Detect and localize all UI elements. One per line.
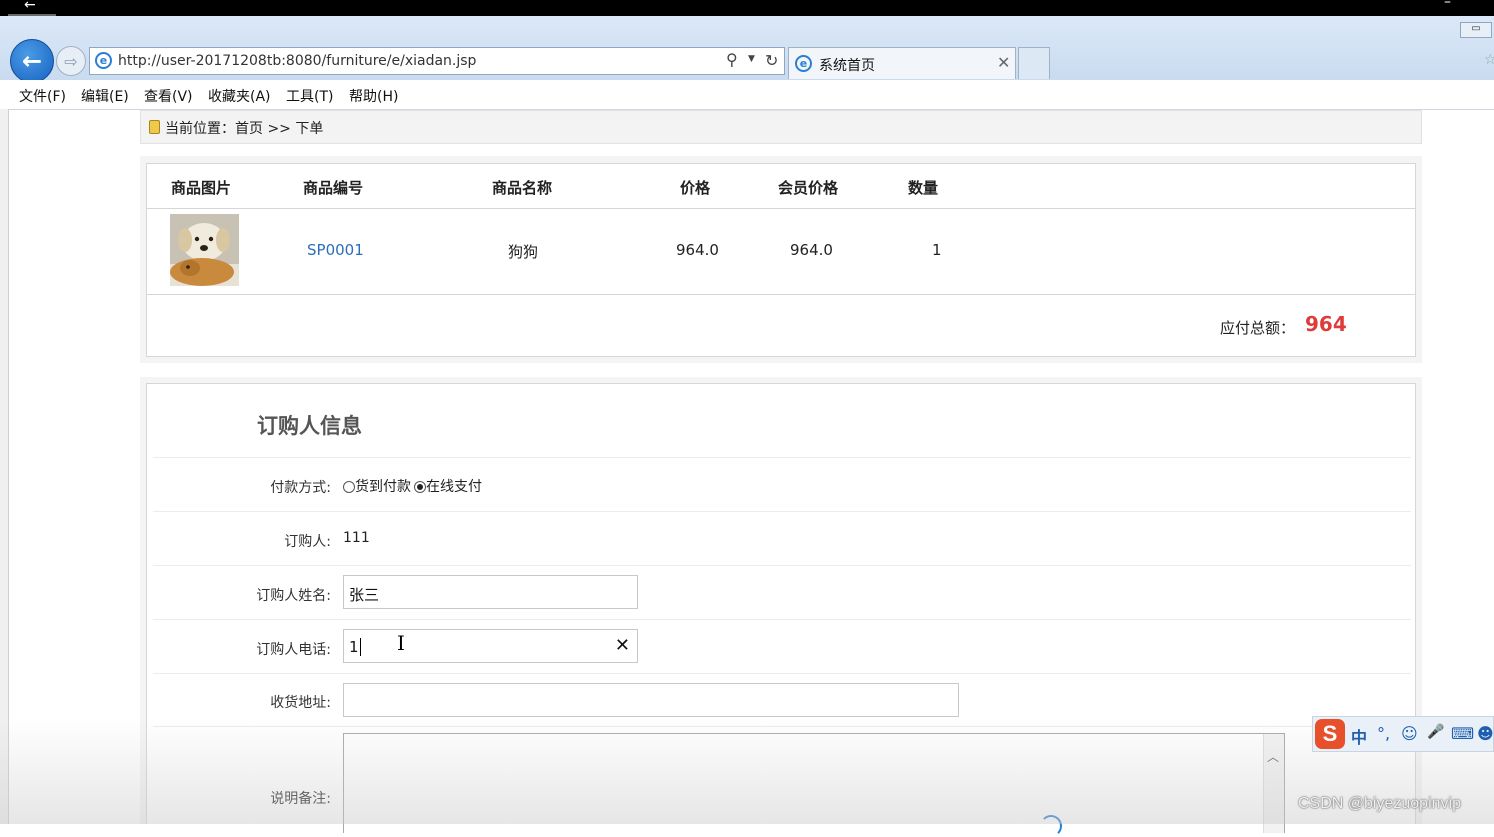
window-restore-button[interactable]: ▭: [1460, 22, 1492, 38]
header-price: 价格: [680, 179, 711, 197]
arrow-left-icon: ←: [21, 47, 43, 75]
new-tab-button[interactable]: [1018, 47, 1050, 79]
close-icon[interactable]: ✕: [997, 53, 1010, 72]
product-name: 狗狗: [508, 243, 539, 261]
total-value: 964: [1305, 312, 1347, 336]
breadcrumb: 当前位置：首页 >> 下单: [140, 110, 1422, 144]
scrollbar[interactable]: ︿: [1263, 734, 1284, 833]
product-sku-link[interactable]: SP0001: [307, 241, 364, 259]
address-url[interactable]: http://user-20171208tb:8080/furniture/e/…: [118, 53, 476, 69]
header-qty: 数量: [908, 179, 939, 197]
minimize-icon[interactable]: –: [1444, 0, 1451, 10]
buyer-label: 订购人:: [284, 534, 331, 550]
search-icon[interactable]: ⚲: [726, 50, 738, 69]
top-strip: ← –: [0, 0, 1494, 18]
header-member-price: 会员价格: [778, 179, 839, 197]
ime-keyboard-icon[interactable]: ⌨: [1451, 724, 1474, 743]
menu-bar: 文件(F) 编辑(E) 查看(V) 收藏夹(A) 工具(T) 帮助(H): [0, 80, 1494, 110]
location-icon: [149, 120, 160, 134]
radio-online[interactable]: [414, 481, 426, 493]
product-qty: 1: [932, 241, 942, 259]
remark-label: 说明备注:: [270, 791, 331, 807]
clear-icon[interactable]: ✕: [615, 635, 630, 656]
menu-view[interactable]: 查看(V): [144, 86, 193, 106]
text-cursor-icon: I: [397, 631, 405, 655]
loading-spinner-icon: [1040, 815, 1062, 837]
ime-user-icon[interactable]: ☻: [1477, 724, 1494, 743]
buyer-form: 订购人信息 付款方式: 货到付款 在线支付 订购人: 111 订购人姓名: 张三 …: [146, 383, 1416, 833]
menu-favorites[interactable]: 收藏夹(A): [208, 86, 271, 106]
radio-cod-label[interactable]: 货到付款: [355, 479, 411, 495]
tab-system-home[interactable]: e 系统首页 ✕: [788, 47, 1016, 79]
address-label: 收货地址:: [270, 695, 331, 711]
phone-label: 订购人电话:: [256, 642, 331, 658]
divider: [153, 673, 1411, 674]
refresh-icon[interactable]: ↻: [765, 51, 778, 70]
ime-chinese-mode[interactable]: 中: [1351, 724, 1367, 748]
radio-cod[interactable]: [343, 481, 355, 493]
remark-textarea[interactable]: ︿: [343, 733, 1285, 833]
forward-button[interactable]: ⇨: [56, 46, 86, 76]
ime-punctuation-icon[interactable]: °,: [1377, 724, 1390, 743]
header-name: 商品名称: [492, 179, 553, 197]
watermark: CSDN @biyezuopinvip: [1298, 795, 1461, 812]
radio-online-label[interactable]: 在线支付: [426, 479, 482, 495]
phone-input-value: 1: [349, 638, 359, 656]
menu-file[interactable]: 文件(F): [19, 86, 66, 106]
product-image[interactable]: [170, 214, 239, 286]
payment-options: 货到付款 在线支付: [343, 476, 482, 496]
total-label: 应付总额：: [1220, 319, 1296, 337]
menu-tools[interactable]: 工具(T): [286, 86, 333, 106]
divider: [153, 565, 1411, 566]
name-label: 订购人姓名:: [256, 588, 331, 604]
product-price: 964.0: [676, 241, 719, 259]
phone-input[interactable]: 1 ✕: [343, 629, 638, 663]
table-header: 商品图片 商品编号 商品名称 价格 会员价格 数量: [147, 164, 1415, 209]
tab-title: 系统首页: [819, 58, 875, 74]
menu-edit[interactable]: 编辑(E): [81, 86, 129, 106]
address-bar[interactable]: e http://user-20171208tb:8080/furniture/…: [89, 47, 785, 75]
buyer-value: 111: [343, 530, 370, 546]
ime-emoji-icon[interactable]: ☺: [1401, 724, 1418, 743]
table-row: SP0001 狗狗 964.0 964.0 1: [147, 208, 1415, 295]
divider: [153, 511, 1411, 512]
payment-label: 付款方式:: [270, 480, 331, 496]
sogou-logo-icon[interactable]: S: [1315, 719, 1345, 749]
divider: [153, 619, 1411, 620]
left-edge: [0, 109, 9, 824]
chevron-up-icon[interactable]: ︿: [1267, 748, 1279, 765]
product-member-price: 964.0: [790, 241, 833, 259]
divider: [153, 457, 1411, 458]
arrow-right-icon: ⇨: [64, 51, 78, 71]
name-input-value: 张三: [349, 586, 380, 604]
address-input[interactable]: [343, 683, 959, 717]
name-input[interactable]: 张三: [343, 575, 638, 609]
back-button[interactable]: ←: [10, 39, 54, 83]
ime-toolbar: S 中 °, ☺ 🎤 ⌨ ☻: [1312, 716, 1494, 752]
form-title: 订购人信息: [257, 414, 362, 438]
header-sku: 商品编号: [303, 179, 364, 197]
menu-help[interactable]: 帮助(H): [349, 86, 398, 106]
header-image: 商品图片: [171, 179, 232, 197]
arrow-left-icon[interactable]: ←: [24, 0, 36, 13]
settings-icon[interactable]: ☆: [1484, 52, 1494, 68]
breadcrumb-text: 当前位置：首页 >> 下单: [165, 121, 324, 137]
ime-voice-icon[interactable]: 🎤: [1427, 724, 1444, 740]
ie-icon: e: [795, 55, 812, 72]
divider: [153, 726, 1411, 727]
order-table: 商品图片 商品编号 商品名称 价格 会员价格 数量 SP0001 狗狗 964.…: [146, 163, 1416, 357]
ie-icon: e: [95, 52, 112, 69]
chevron-down-icon[interactable]: ▼: [748, 54, 755, 64]
